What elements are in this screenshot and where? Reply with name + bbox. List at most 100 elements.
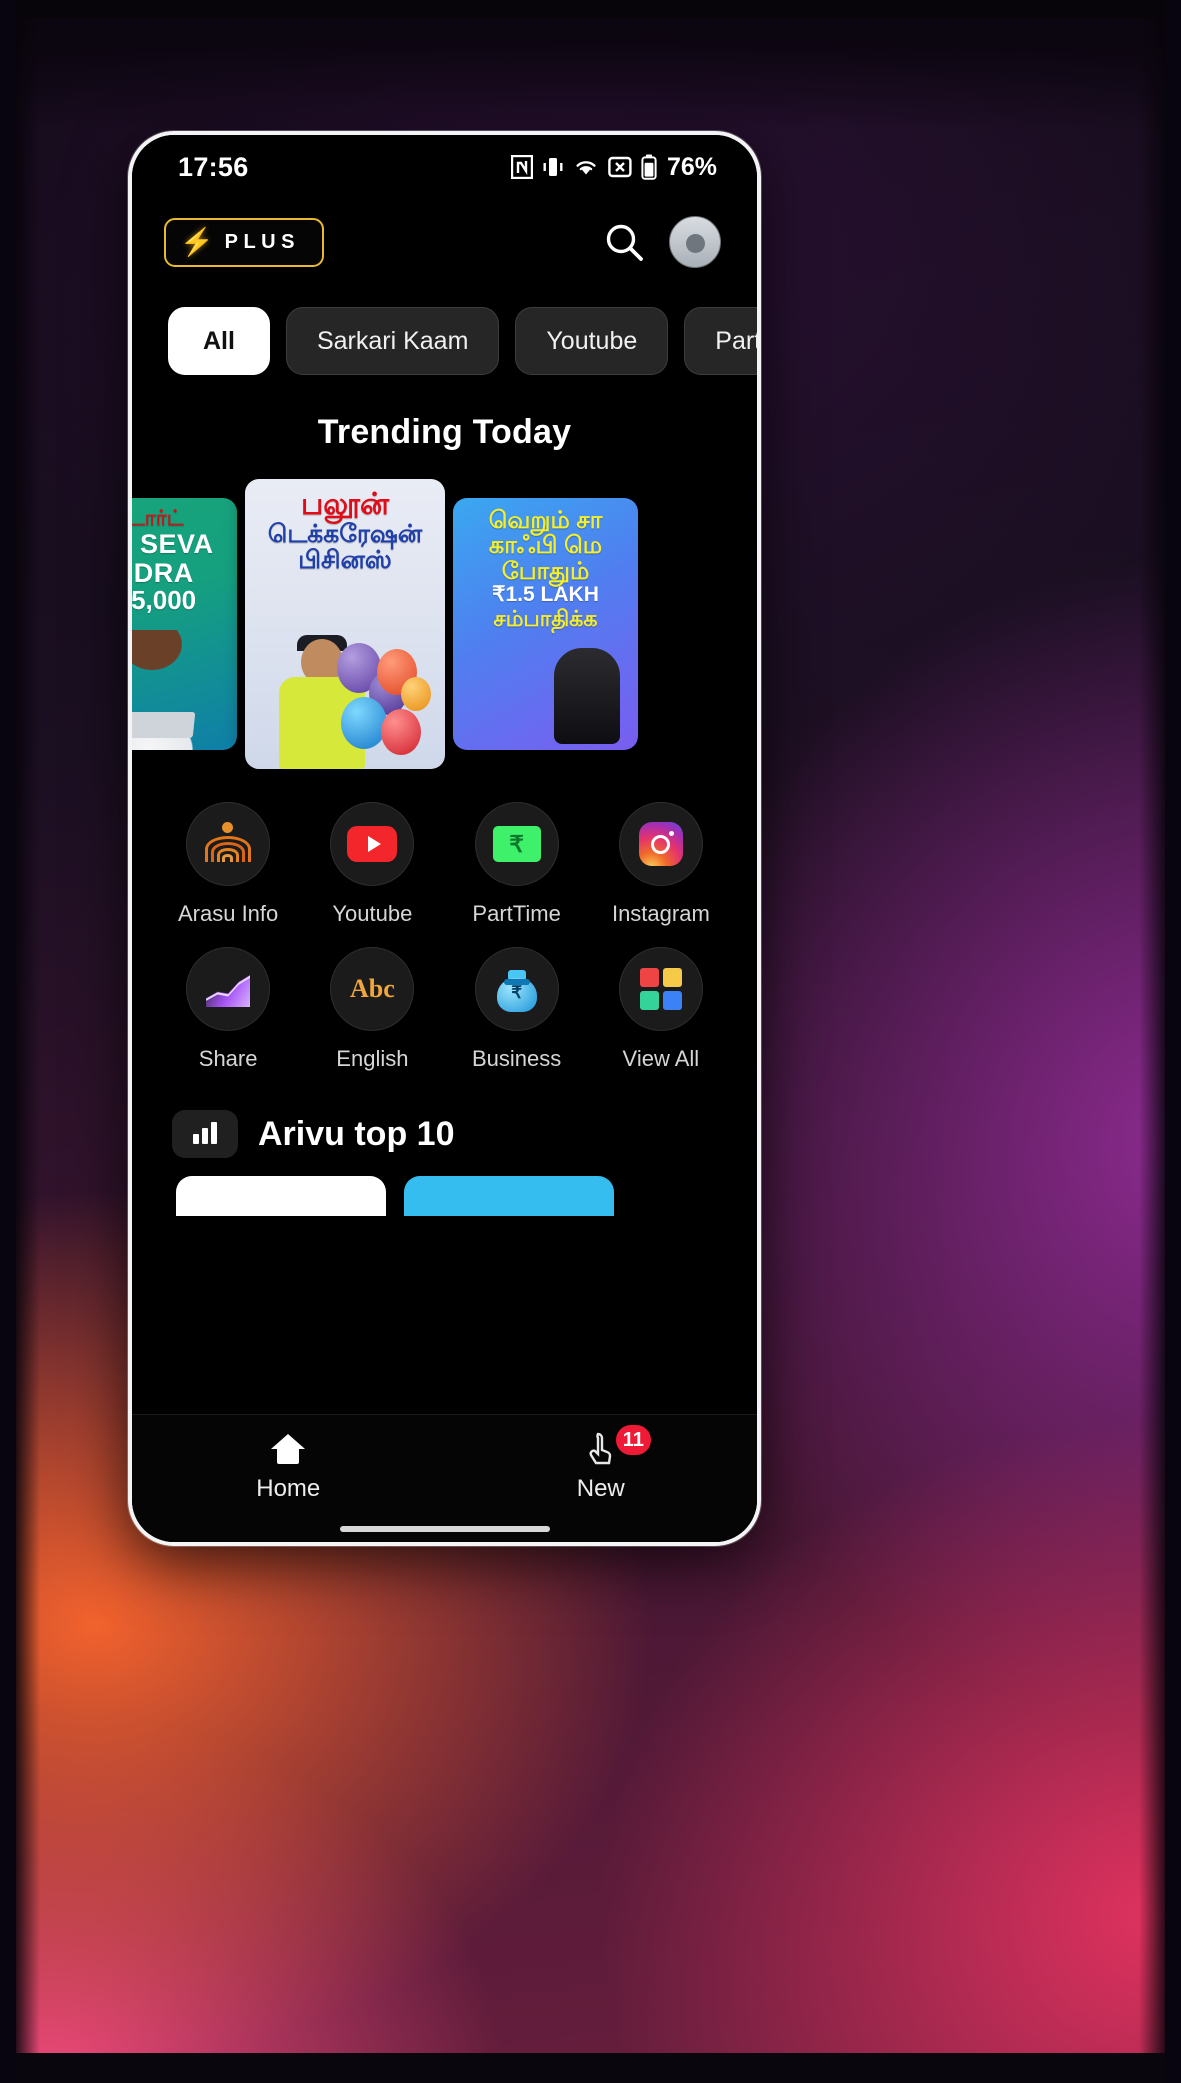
chip-youtube[interactable]: Youtube [515, 307, 669, 375]
arivu-top-10-header[interactable]: Arivu top 10 [132, 1084, 757, 1176]
trending-card-balloon-text: பலூன் டெக்கரேஷன் பிசினஸ் [245, 489, 445, 574]
screen-edge-top [0, 0, 1181, 18]
grid-tile-yellow [662, 968, 682, 987]
shortcut-business-label: Business [471, 1046, 562, 1071]
balloon-shape-red [381, 709, 421, 755]
home-icon [271, 1434, 306, 1464]
shortcut-english-circle[interactable]: Abc [330, 947, 415, 1031]
shortcut-business[interactable]: ₹ Business [445, 947, 589, 1072]
shortcut-instagram-circle[interactable] [618, 802, 703, 886]
cp-line-5: சம்பாதிக்க [493, 605, 598, 631]
plus-brand-badge[interactable]: ⚡ PLUS [164, 217, 324, 267]
csc-line-1: ஸ்டார்ட் [132, 507, 184, 530]
lightning-bolt-icon: ⚡ [180, 226, 214, 257]
chip-sarkari-kaam[interactable]: Sarkari Kaam [285, 307, 500, 375]
chip-parttime[interactable]: PartTime [684, 307, 757, 375]
shortcut-share-circle[interactable] [186, 947, 271, 1031]
shortcut-english[interactable]: Abc English [300, 947, 444, 1072]
cp-line-2: காஃபி மெ [488, 532, 603, 560]
bar-chart-icon [172, 1110, 238, 1158]
shortcut-view-all[interactable]: View All [589, 947, 733, 1072]
screen-edge-left [0, 0, 16, 2083]
trending-card-copy-paste-text: வெறும் சா காஃபி மெ போதும் ₹1.5 LAKH சம்ப… [453, 508, 638, 630]
balloon-photo-scene [245, 619, 445, 769]
cp-line-3: போதும் [501, 557, 590, 585]
arivu-card-2[interactable] [404, 1176, 614, 1216]
app-bar: ⚡ PLUS [132, 199, 757, 1542]
gesture-home-bar[interactable] [339, 1526, 550, 1532]
shortcut-instagram[interactable]: Instagram [589, 802, 733, 927]
vibrate-icon [543, 158, 563, 176]
arivu-card-row[interactable] [132, 1176, 757, 1216]
trending-card-csc[interactable]: ஸ்டார்ட் PAR SEVA ENDRA ₹ 15,000 [132, 498, 237, 750]
avatar-head-shape [685, 234, 705, 253]
nav-item-new[interactable]: 11 New [526, 1423, 676, 1503]
csc-line-2: PAR SEVA [132, 529, 214, 560]
nav-item-home[interactable]: Home [213, 1431, 363, 1503]
balloon-shape-yellow [401, 677, 431, 711]
status-icons: 76% [510, 152, 717, 182]
shortcut-youtube[interactable]: Youtube [300, 802, 444, 927]
shortcut-view-all-label: View All [622, 1046, 700, 1071]
cp-microphone-shape [554, 648, 620, 744]
shortcut-parttime[interactable]: PartTime [445, 802, 589, 927]
abc-icon: Abc [349, 974, 395, 1003]
youtube-icon [347, 826, 398, 862]
grid-four-color-icon [639, 968, 682, 1010]
shortcut-business-circle[interactable]: ₹ [474, 947, 559, 1031]
category-chips[interactable]: All Sarkari Kaam Youtube PartTime [132, 285, 757, 395]
shortcut-share[interactable]: Share [156, 947, 300, 1072]
sim-x-icon [608, 156, 632, 178]
search-icon [606, 224, 643, 261]
money-bag-icon: ₹ [496, 966, 537, 1012]
trending-title: Trending Today [317, 413, 572, 451]
arivu-card-1[interactable] [176, 1176, 386, 1216]
wifi-icon [576, 161, 596, 175]
instagram-icon [638, 822, 683, 866]
shortcut-grid: Arasu Info Youtube PartTime [132, 774, 757, 1084]
trending-card-csc-text: ஸ்டார்ட் PAR SEVA ENDRA ₹ 15,000 [132, 507, 237, 616]
csc-line-4: ₹ 15,000 [132, 585, 197, 616]
trending-carousel[interactable]: ஸ்டார்ட் PAR SEVA ENDRA ₹ 15,000 பலூன் ட… [132, 474, 757, 774]
search-button[interactable] [601, 219, 647, 265]
nfc-icon [510, 155, 533, 179]
chip-all[interactable]: All [168, 307, 270, 375]
arivu-top-10-title: Arivu top 10 [258, 1114, 455, 1153]
trending-card-balloon[interactable]: பலூன் டெக்கரேஷன் பிசினஸ் [245, 479, 445, 769]
shortcut-youtube-label: Youtube [332, 901, 413, 926]
bottom-navigation: Home 11 New [132, 1414, 757, 1542]
balloon-line-2: டெக்கரேஷன் [267, 519, 423, 548]
balloon-line-1: பலூன் [300, 488, 390, 521]
profile-avatar[interactable] [669, 216, 721, 1542]
nav-item-new-label: New [576, 1475, 625, 1502]
grid-tile-green [639, 991, 659, 1010]
phone-frame: 17:56 76% ⚡ PLUS All Sarkari Kaam Youtub… [128, 131, 761, 1546]
shortcut-view-all-circle[interactable] [618, 947, 703, 1031]
grid-tile-blue [662, 991, 682, 1010]
shortcut-parttime-label: PartTime [472, 901, 561, 926]
money-note-icon [492, 826, 541, 862]
nav-item-new-badge: 11 [613, 1423, 653, 1457]
nav-item-home-label: Home [256, 1475, 321, 1502]
shortcut-english-label: English [336, 1046, 409, 1071]
screen-edge-bottom [0, 2053, 1181, 2083]
shortcut-share-label: Share [198, 1046, 258, 1071]
balloon-line-3: பிசினஸ் [298, 546, 392, 575]
shortcut-parttime-circle[interactable] [474, 802, 559, 886]
battery-percent: 76% [666, 152, 717, 181]
status-bar: 17:56 76% [132, 135, 757, 199]
shortcut-arasu-info-circle[interactable] [186, 802, 271, 886]
csc-line-3: ENDRA [132, 557, 194, 588]
shortcut-arasu-info[interactable]: Arasu Info [156, 802, 300, 927]
grid-tile-red [639, 968, 659, 987]
phone-screen: 17:56 76% ⚡ PLUS All Sarkari Kaam Youtub… [132, 135, 757, 1542]
balloon-shape-blue [341, 697, 387, 749]
trending-card-copy-paste[interactable]: வெறும் சா காஃபி மெ போதும் ₹1.5 LAKH சம்ப… [453, 498, 638, 750]
shortcut-youtube-circle[interactable] [330, 802, 415, 886]
shortcut-instagram-label: Instagram [611, 901, 710, 926]
status-time: 17:56 [178, 151, 249, 182]
battery-icon [641, 154, 657, 180]
app-bar-actions [601, 216, 721, 1542]
cp-line-1: வெறும் சா [488, 507, 603, 534]
csc-laptop-shape [132, 712, 196, 738]
